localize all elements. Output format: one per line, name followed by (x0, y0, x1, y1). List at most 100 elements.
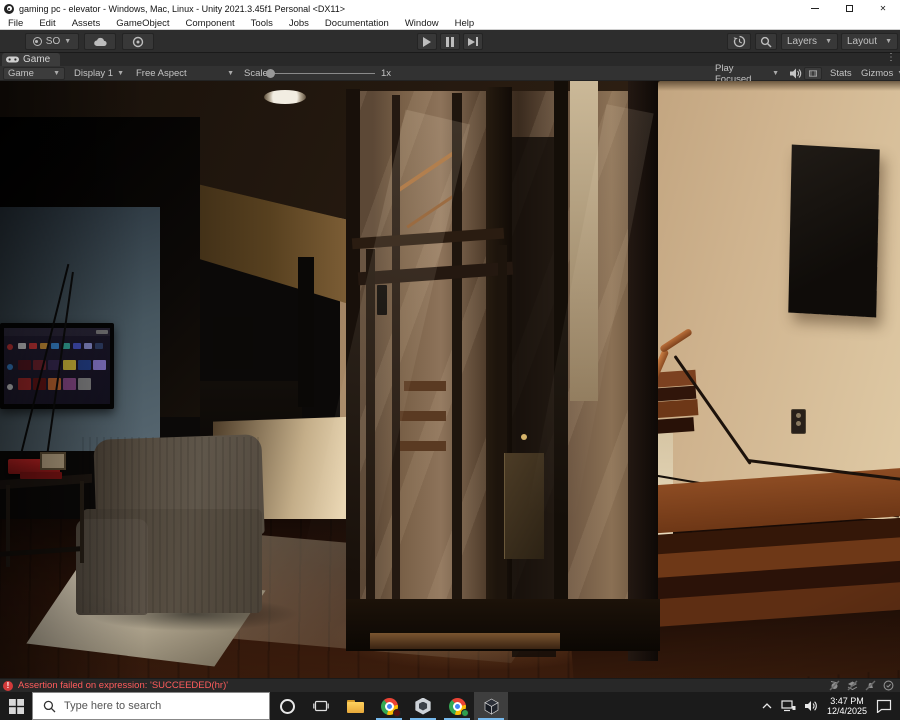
tv-tile (93, 360, 106, 370)
error-icon[interactable]: ! (3, 680, 13, 691)
scene-photo-frame (40, 452, 66, 470)
action-center-icon[interactable] (876, 699, 892, 713)
aspect-dropdown[interactable]: Free Aspect ▼ (132, 67, 238, 80)
menu-file[interactable]: File (0, 18, 31, 29)
status-error-text[interactable]: Assertion failed on expression: 'SUCCEED… (18, 680, 228, 691)
main-toolbar: SO ▼ Layers ▼ Layout ▼ (0, 30, 900, 53)
stats-toggle[interactable]: Stats (826, 67, 856, 80)
window-title: gaming pc - elevator - Windows, Mac, Lin… (19, 3, 345, 14)
menu-component[interactable]: Component (178, 18, 243, 29)
minimize-button[interactable] (798, 0, 832, 17)
taskbar-clock[interactable]: 3:47 PM 12/4/2025 (827, 696, 867, 716)
tv-tile (51, 343, 59, 349)
vsync-toggle[interactable] (804, 67, 822, 80)
tab-game-label: Game (23, 54, 51, 65)
file-explorer-button[interactable] (338, 692, 372, 720)
chrome-button-1[interactable] (372, 692, 406, 720)
task-view-button[interactable] (304, 692, 338, 720)
system-tray: 3:47 PM 12/4/2025 (762, 692, 900, 720)
menu-documentation[interactable]: Documentation (317, 18, 397, 29)
menu-tools[interactable]: Tools (243, 18, 281, 29)
elevator-inner-step (398, 411, 446, 421)
account-dropdown[interactable]: SO ▼ (25, 33, 79, 50)
cortana-button[interactable] (270, 692, 304, 720)
unity-window: gaming pc - elevator - Windows, Mac, Lin… (0, 0, 900, 720)
search-icon (760, 36, 772, 48)
tab-game[interactable]: Game (2, 53, 61, 66)
taskbar-search[interactable]: Type here to search (32, 692, 270, 720)
clock-date: 12/4/2025 (826, 706, 867, 716)
cloud-services-button[interactable] (84, 33, 116, 50)
task-view-icon (313, 700, 329, 712)
tv-tile (63, 360, 76, 370)
chrome-button-2[interactable] (440, 692, 474, 720)
game-mode-dropdown[interactable]: Game ▼ (3, 67, 65, 80)
gizmos-dropdown[interactable]: Gizmos ▼ (857, 67, 900, 80)
pause-button[interactable] (440, 33, 460, 50)
debugger-muted-icon[interactable] (829, 680, 840, 691)
progress-check-icon[interactable] (883, 680, 894, 691)
tab-options-icon[interactable]: ⋮ (886, 52, 896, 63)
chevron-down-icon: ▼ (227, 70, 234, 77)
cloud-icon (94, 37, 107, 46)
tv-screen (4, 328, 110, 404)
game-mode-label: Game (8, 68, 34, 79)
windows-taskbar: Type here to search 3:47 PM 12/4/2025 (0, 692, 900, 720)
volume-icon[interactable] (804, 700, 818, 712)
scene-red-console-base (20, 472, 62, 479)
unity-editor-button[interactable] (474, 692, 508, 720)
network-icon[interactable] (781, 700, 796, 712)
menu-help[interactable]: Help (447, 18, 483, 29)
elevator-door-knob (521, 434, 527, 440)
layers-dropdown[interactable]: Layers ▼ (781, 33, 838, 50)
menu-gameobject[interactable]: GameObject (108, 18, 177, 29)
play-button[interactable] (417, 33, 437, 50)
unity-hub-button[interactable] (406, 692, 440, 720)
scale-slider-track[interactable] (267, 73, 375, 74)
maximize-button[interactable] (832, 0, 866, 17)
menu-jobs[interactable]: Jobs (281, 18, 317, 29)
tv-tile (18, 378, 31, 390)
scale-slider-handle[interactable] (266, 69, 275, 78)
unity-hub-icon (415, 697, 431, 715)
history-icon (733, 35, 745, 48)
tv-tile (63, 378, 76, 390)
menu-window[interactable]: Window (397, 18, 447, 29)
game-viewport[interactable] (0, 81, 900, 678)
windows-logo-icon (8, 698, 24, 714)
account-avatar-icon (32, 37, 42, 46)
tv-tile (73, 343, 81, 349)
bell-muted-icon[interactable] (865, 680, 876, 691)
tv-tile (95, 343, 103, 349)
chevron-down-icon: ▼ (117, 70, 124, 77)
start-button[interactable] (0, 692, 32, 720)
play-focused-dropdown[interactable]: Play Focused ▼ (711, 63, 783, 85)
layers-muted-icon[interactable] (847, 680, 858, 691)
layout-dropdown[interactable]: Layout ▼ (841, 33, 898, 50)
film-frame-icon (809, 70, 817, 77)
step-button[interactable] (463, 33, 483, 50)
menu-assets[interactable]: Assets (64, 18, 109, 29)
elevator-sill (370, 633, 560, 649)
undo-history-button[interactable] (727, 33, 751, 50)
clock-time: 3:47 PM (830, 696, 864, 706)
scene-wall-art-panel (788, 144, 880, 318)
tv-tile (4, 328, 110, 336)
tray-chevron-icon[interactable] (762, 703, 772, 709)
menu-edit[interactable]: Edit (31, 18, 63, 29)
speaker-icon (790, 68, 802, 79)
mute-audio-toggle[interactable] (786, 67, 806, 80)
scene-power-outlet (791, 409, 806, 434)
search-placeholder: Type here to search (64, 700, 162, 712)
target-icon (132, 36, 144, 47)
unity-cube-icon (483, 698, 499, 715)
target-search-button[interactable] (122, 33, 154, 50)
close-button[interactable]: ✕ (866, 0, 900, 17)
aspect-label: Free Aspect (136, 68, 187, 79)
game-view-toolbar: Game ▼ Display 1 ▼ Free Aspect ▼ Scale 1… (0, 63, 900, 85)
chrome-profile-badge (461, 709, 469, 717)
display-dropdown[interactable]: Display 1 ▼ (70, 67, 128, 80)
chevron-down-icon: ▼ (64, 38, 72, 45)
folder-icon (346, 699, 364, 713)
search-everywhere-button[interactable] (755, 33, 777, 50)
